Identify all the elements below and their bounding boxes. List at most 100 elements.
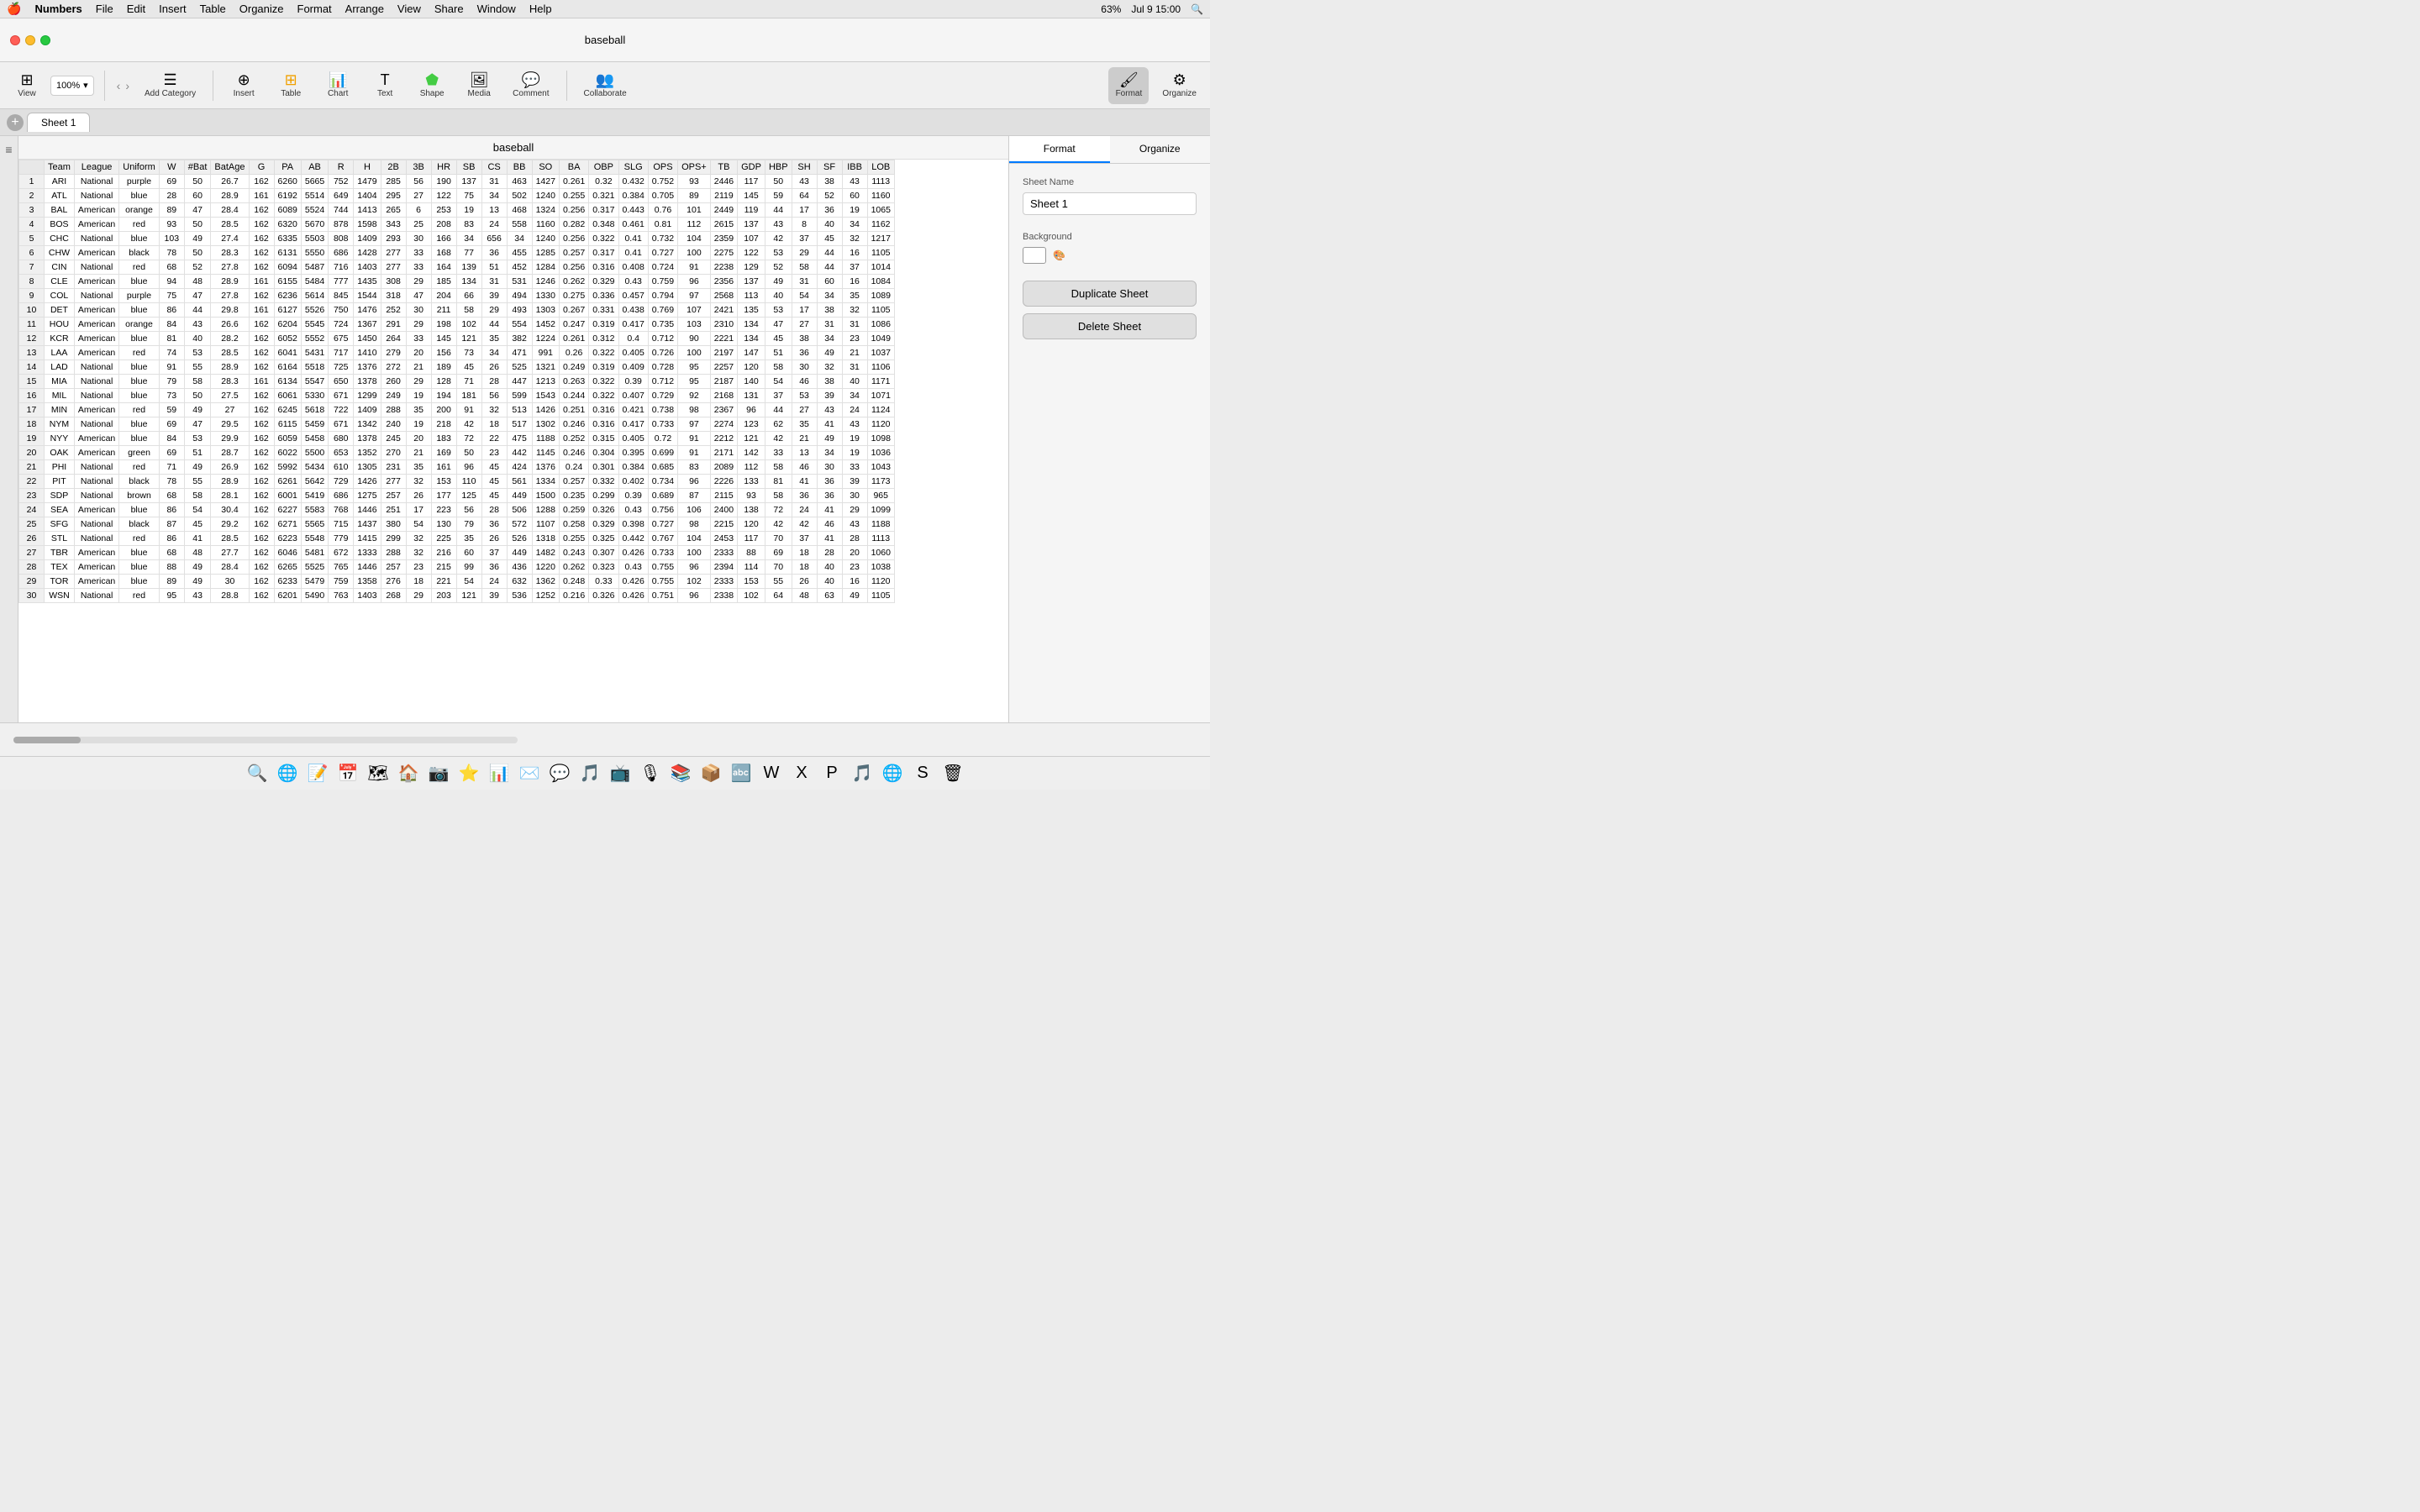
table-cell[interactable]: 38 bbox=[817, 303, 842, 318]
table-cell[interactable]: 5518 bbox=[301, 360, 328, 375]
table-cell[interactable]: 0.322 bbox=[589, 346, 618, 360]
table-cell[interactable]: 23 bbox=[406, 560, 431, 575]
table-cell[interactable]: 0.243 bbox=[559, 546, 588, 560]
table-cell[interactable]: COL bbox=[45, 289, 75, 303]
table-cell[interactable]: 5526 bbox=[301, 303, 328, 318]
table-cell[interactable]: 1217 bbox=[867, 232, 894, 246]
table-cell[interactable]: American bbox=[74, 332, 118, 346]
table-cell[interactable]: 33 bbox=[406, 332, 431, 346]
table-cell[interactable]: 0.408 bbox=[618, 260, 648, 275]
table-cell[interactable]: 48 bbox=[792, 589, 817, 603]
table-cell[interactable]: 5547 bbox=[301, 375, 328, 389]
table-cell[interactable]: 1409 bbox=[354, 403, 381, 417]
table-cell[interactable]: 161 bbox=[249, 375, 274, 389]
table-cell[interactable]: 35 bbox=[792, 417, 817, 432]
table-cell[interactable]: 277 bbox=[381, 260, 406, 275]
table-cell[interactable]: 51 bbox=[184, 446, 211, 460]
table-cell[interactable]: 279 bbox=[381, 346, 406, 360]
table-cell[interactable]: 0.261 bbox=[559, 332, 588, 346]
table-cell[interactable]: 162 bbox=[249, 475, 274, 489]
table-cell[interactable]: 1037 bbox=[867, 346, 894, 360]
dock-skype[interactable]: S bbox=[909, 760, 936, 787]
add-sheet-button[interactable]: + bbox=[7, 114, 24, 131]
table-cell[interactable]: 75 bbox=[456, 189, 481, 203]
table-cell[interactable]: 69 bbox=[159, 175, 184, 189]
table-cell[interactable]: 79 bbox=[159, 375, 184, 389]
table-cell[interactable]: 121 bbox=[738, 432, 765, 446]
dock-books[interactable]: 📚 bbox=[667, 760, 694, 787]
table-cell[interactable]: 52 bbox=[765, 260, 792, 275]
menu-view[interactable]: View bbox=[397, 3, 421, 15]
table-cell[interactable]: 1333 bbox=[354, 546, 381, 560]
table-cell[interactable]: 2338 bbox=[710, 589, 737, 603]
table-cell[interactable]: 1376 bbox=[532, 460, 559, 475]
table-cell[interactable]: 32 bbox=[406, 475, 431, 489]
table-cell[interactable]: 18 bbox=[792, 560, 817, 575]
table-cell[interactable]: 1098 bbox=[867, 432, 894, 446]
table-row[interactable]: 15MIANationalblue795828.3161613455476501… bbox=[19, 375, 895, 389]
table-cell[interactable]: 1410 bbox=[354, 346, 381, 360]
table-cell[interactable]: 5459 bbox=[301, 417, 328, 432]
table-cell[interactable]: 0.251 bbox=[559, 403, 588, 417]
table-cell[interactable]: 27 bbox=[792, 403, 817, 417]
table-cell[interactable]: 71 bbox=[456, 375, 481, 389]
table-cell[interactable]: 0.282 bbox=[559, 218, 588, 232]
table-cell[interactable]: 27.8 bbox=[211, 260, 249, 275]
table-cell[interactable]: 106 bbox=[678, 503, 711, 517]
table-cell[interactable]: 650 bbox=[329, 375, 354, 389]
table-cell[interactable]: black bbox=[119, 517, 160, 532]
col-header-ab[interactable]: AB bbox=[301, 160, 328, 175]
table-cell[interactable]: 1543 bbox=[532, 389, 559, 403]
table-cell[interactable]: PIT bbox=[45, 475, 75, 489]
table-cell[interactable]: 1378 bbox=[354, 375, 381, 389]
table-cell[interactable]: 0.755 bbox=[648, 575, 677, 589]
table-cell[interactable]: 55 bbox=[184, 360, 211, 375]
col-header-h[interactable]: H bbox=[354, 160, 381, 175]
col-header-batage[interactable]: BatAge bbox=[211, 160, 249, 175]
table-cell[interactable]: 308 bbox=[381, 275, 406, 289]
table-cell[interactable]: 223 bbox=[431, 503, 456, 517]
table-cell[interactable]: 73 bbox=[159, 389, 184, 403]
table-cell[interactable]: 765 bbox=[329, 560, 354, 575]
table-cell[interactable]: 1285 bbox=[532, 246, 559, 260]
table-cell[interactable]: 87 bbox=[678, 489, 711, 503]
table-cell[interactable]: 2119 bbox=[710, 189, 737, 203]
table-cell[interactable]: 162 bbox=[249, 360, 274, 375]
table-row[interactable]: 20OAKAmericangreen695128.716260225500653… bbox=[19, 446, 895, 460]
table-cell[interactable]: 1334 bbox=[532, 475, 559, 489]
col-header-tb[interactable]: TB bbox=[710, 160, 737, 175]
table-cell[interactable]: 2226 bbox=[710, 475, 737, 489]
table-cell[interactable]: 6260 bbox=[274, 175, 301, 189]
view-button[interactable]: ⊞ View bbox=[7, 67, 47, 104]
table-cell[interactable]: 2197 bbox=[710, 346, 737, 360]
table-cell[interactable]: 70 bbox=[765, 560, 792, 575]
table-cell[interactable]: 6204 bbox=[274, 318, 301, 332]
table-cell[interactable]: 6335 bbox=[274, 232, 301, 246]
zoom-selector[interactable]: 100% ▾ bbox=[50, 76, 94, 96]
table-cell[interactable]: 1173 bbox=[867, 475, 894, 489]
table-cell[interactable]: 44 bbox=[765, 203, 792, 218]
table-cell[interactable]: 1124 bbox=[867, 403, 894, 417]
table-cell[interactable]: 0.443 bbox=[618, 203, 648, 218]
table-cell[interactable]: 744 bbox=[329, 203, 354, 218]
table-cell[interactable]: 0.752 bbox=[648, 175, 677, 189]
table-cell[interactable]: National bbox=[74, 260, 118, 275]
scroll-thumb[interactable] bbox=[13, 737, 81, 743]
table-row[interactable]: 28TEXAmericanblue884928.4162626555257651… bbox=[19, 560, 895, 575]
table-row[interactable]: 5CHCNationalblue1034927.4162633555038081… bbox=[19, 232, 895, 246]
table-cell[interactable]: 5500 bbox=[301, 446, 328, 460]
table-cell[interactable]: 0.322 bbox=[589, 232, 618, 246]
table-cell[interactable]: 27 bbox=[792, 318, 817, 332]
table-cell[interactable]: 1171 bbox=[867, 375, 894, 389]
table-cell[interactable]: 95 bbox=[678, 375, 711, 389]
table-cell[interactable]: 31 bbox=[842, 360, 867, 375]
table-cell[interactable]: 131 bbox=[738, 389, 765, 403]
dock-mail[interactable]: ✉️ bbox=[516, 760, 543, 787]
table-cell[interactable]: 0.256 bbox=[559, 260, 588, 275]
table-cell[interactable]: 194 bbox=[431, 389, 456, 403]
table-cell[interactable]: 49 bbox=[184, 575, 211, 589]
table-cell[interactable]: blue bbox=[119, 189, 160, 203]
table-cell[interactable]: 2400 bbox=[710, 503, 737, 517]
table-cell[interactable]: 86 bbox=[159, 532, 184, 546]
table-cell[interactable]: 1500 bbox=[532, 489, 559, 503]
